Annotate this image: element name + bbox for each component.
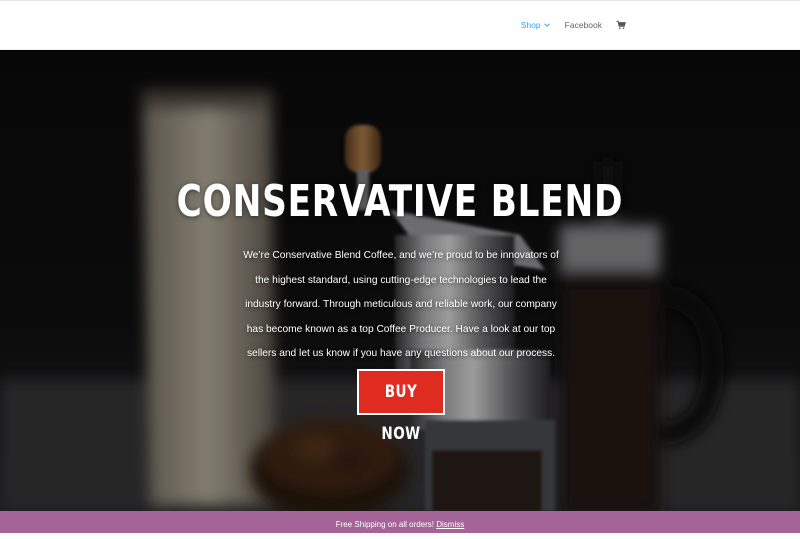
hero-section: CONSERVATIVE BLEND We’re Conservative Bl…	[0, 50, 800, 511]
store-notice-bar: Free Shipping on all orders! Dismiss	[0, 511, 800, 533]
hero-description: We’re Conservative Blend Coffee, and we’…	[243, 250, 559, 359]
nav-item-shop-label: Shop	[520, 20, 541, 30]
buy-now-button[interactable]: BUY NOW	[357, 369, 445, 444]
dismiss-link[interactable]: Dismiss	[436, 520, 464, 529]
main-nav: Shop Facebook	[521, 20, 626, 30]
nav-item-facebook[interactable]: Facebook	[565, 20, 602, 30]
nav-item-shop[interactable]: Shop	[521, 20, 551, 30]
nav-item-facebook-label: Facebook	[564, 20, 602, 30]
shopping-cart-icon	[616, 20, 626, 29]
store-notice-text: Free Shipping on all orders!	[335, 520, 435, 529]
buy-now-label: BUY NOW	[381, 382, 421, 444]
hero-title: CONSERVATIVE BLEND	[176, 176, 624, 227]
site-header: Shop Facebook	[0, 0, 800, 50]
cart-button[interactable]	[616, 20, 626, 30]
chevron-down-icon	[543, 23, 550, 27]
